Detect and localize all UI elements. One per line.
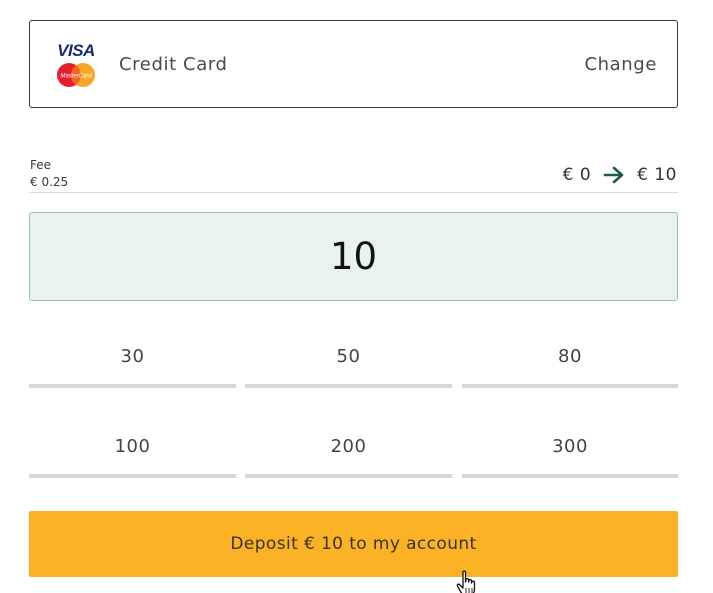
- mastercard-wordmark: MasterCard: [60, 74, 92, 80]
- visa-logo: VISA: [57, 41, 95, 60]
- deposit-button[interactable]: Deposit € 10 to my account: [29, 511, 678, 577]
- payment-method-card[interactable]: VISA MasterCard Credit Card Change: [29, 20, 678, 108]
- preset-amount-button[interactable]: 300: [462, 418, 678, 478]
- preset-amount-button[interactable]: 50: [245, 328, 452, 388]
- card-brand-logo: VISA MasterCard: [53, 39, 99, 89]
- balance-to: € 10: [637, 165, 677, 185]
- divider: [29, 192, 678, 193]
- fee-value: € 0.25: [30, 175, 69, 189]
- preset-amount-button[interactable]: 30: [29, 328, 236, 388]
- arrow-right-icon: [603, 166, 624, 184]
- fee-title: Fee: [30, 158, 52, 172]
- preset-amount-button[interactable]: 200: [245, 418, 452, 478]
- balance-conversion: € 0 € 10: [563, 164, 677, 186]
- hand-pointer-icon: [456, 570, 476, 593]
- preset-amount-button[interactable]: 100: [29, 418, 236, 478]
- mastercard-logo: MasterCard: [57, 63, 95, 87]
- payment-method-label: Credit Card: [119, 54, 228, 75]
- deposit-panel: VISA MasterCard Credit Card Change Fee €…: [0, 0, 713, 593]
- preset-amount-button[interactable]: 80: [462, 328, 678, 388]
- balance-from: € 0: [562, 165, 592, 185]
- change-method-link[interactable]: Change: [584, 54, 657, 75]
- amount-input[interactable]: [29, 212, 678, 301]
